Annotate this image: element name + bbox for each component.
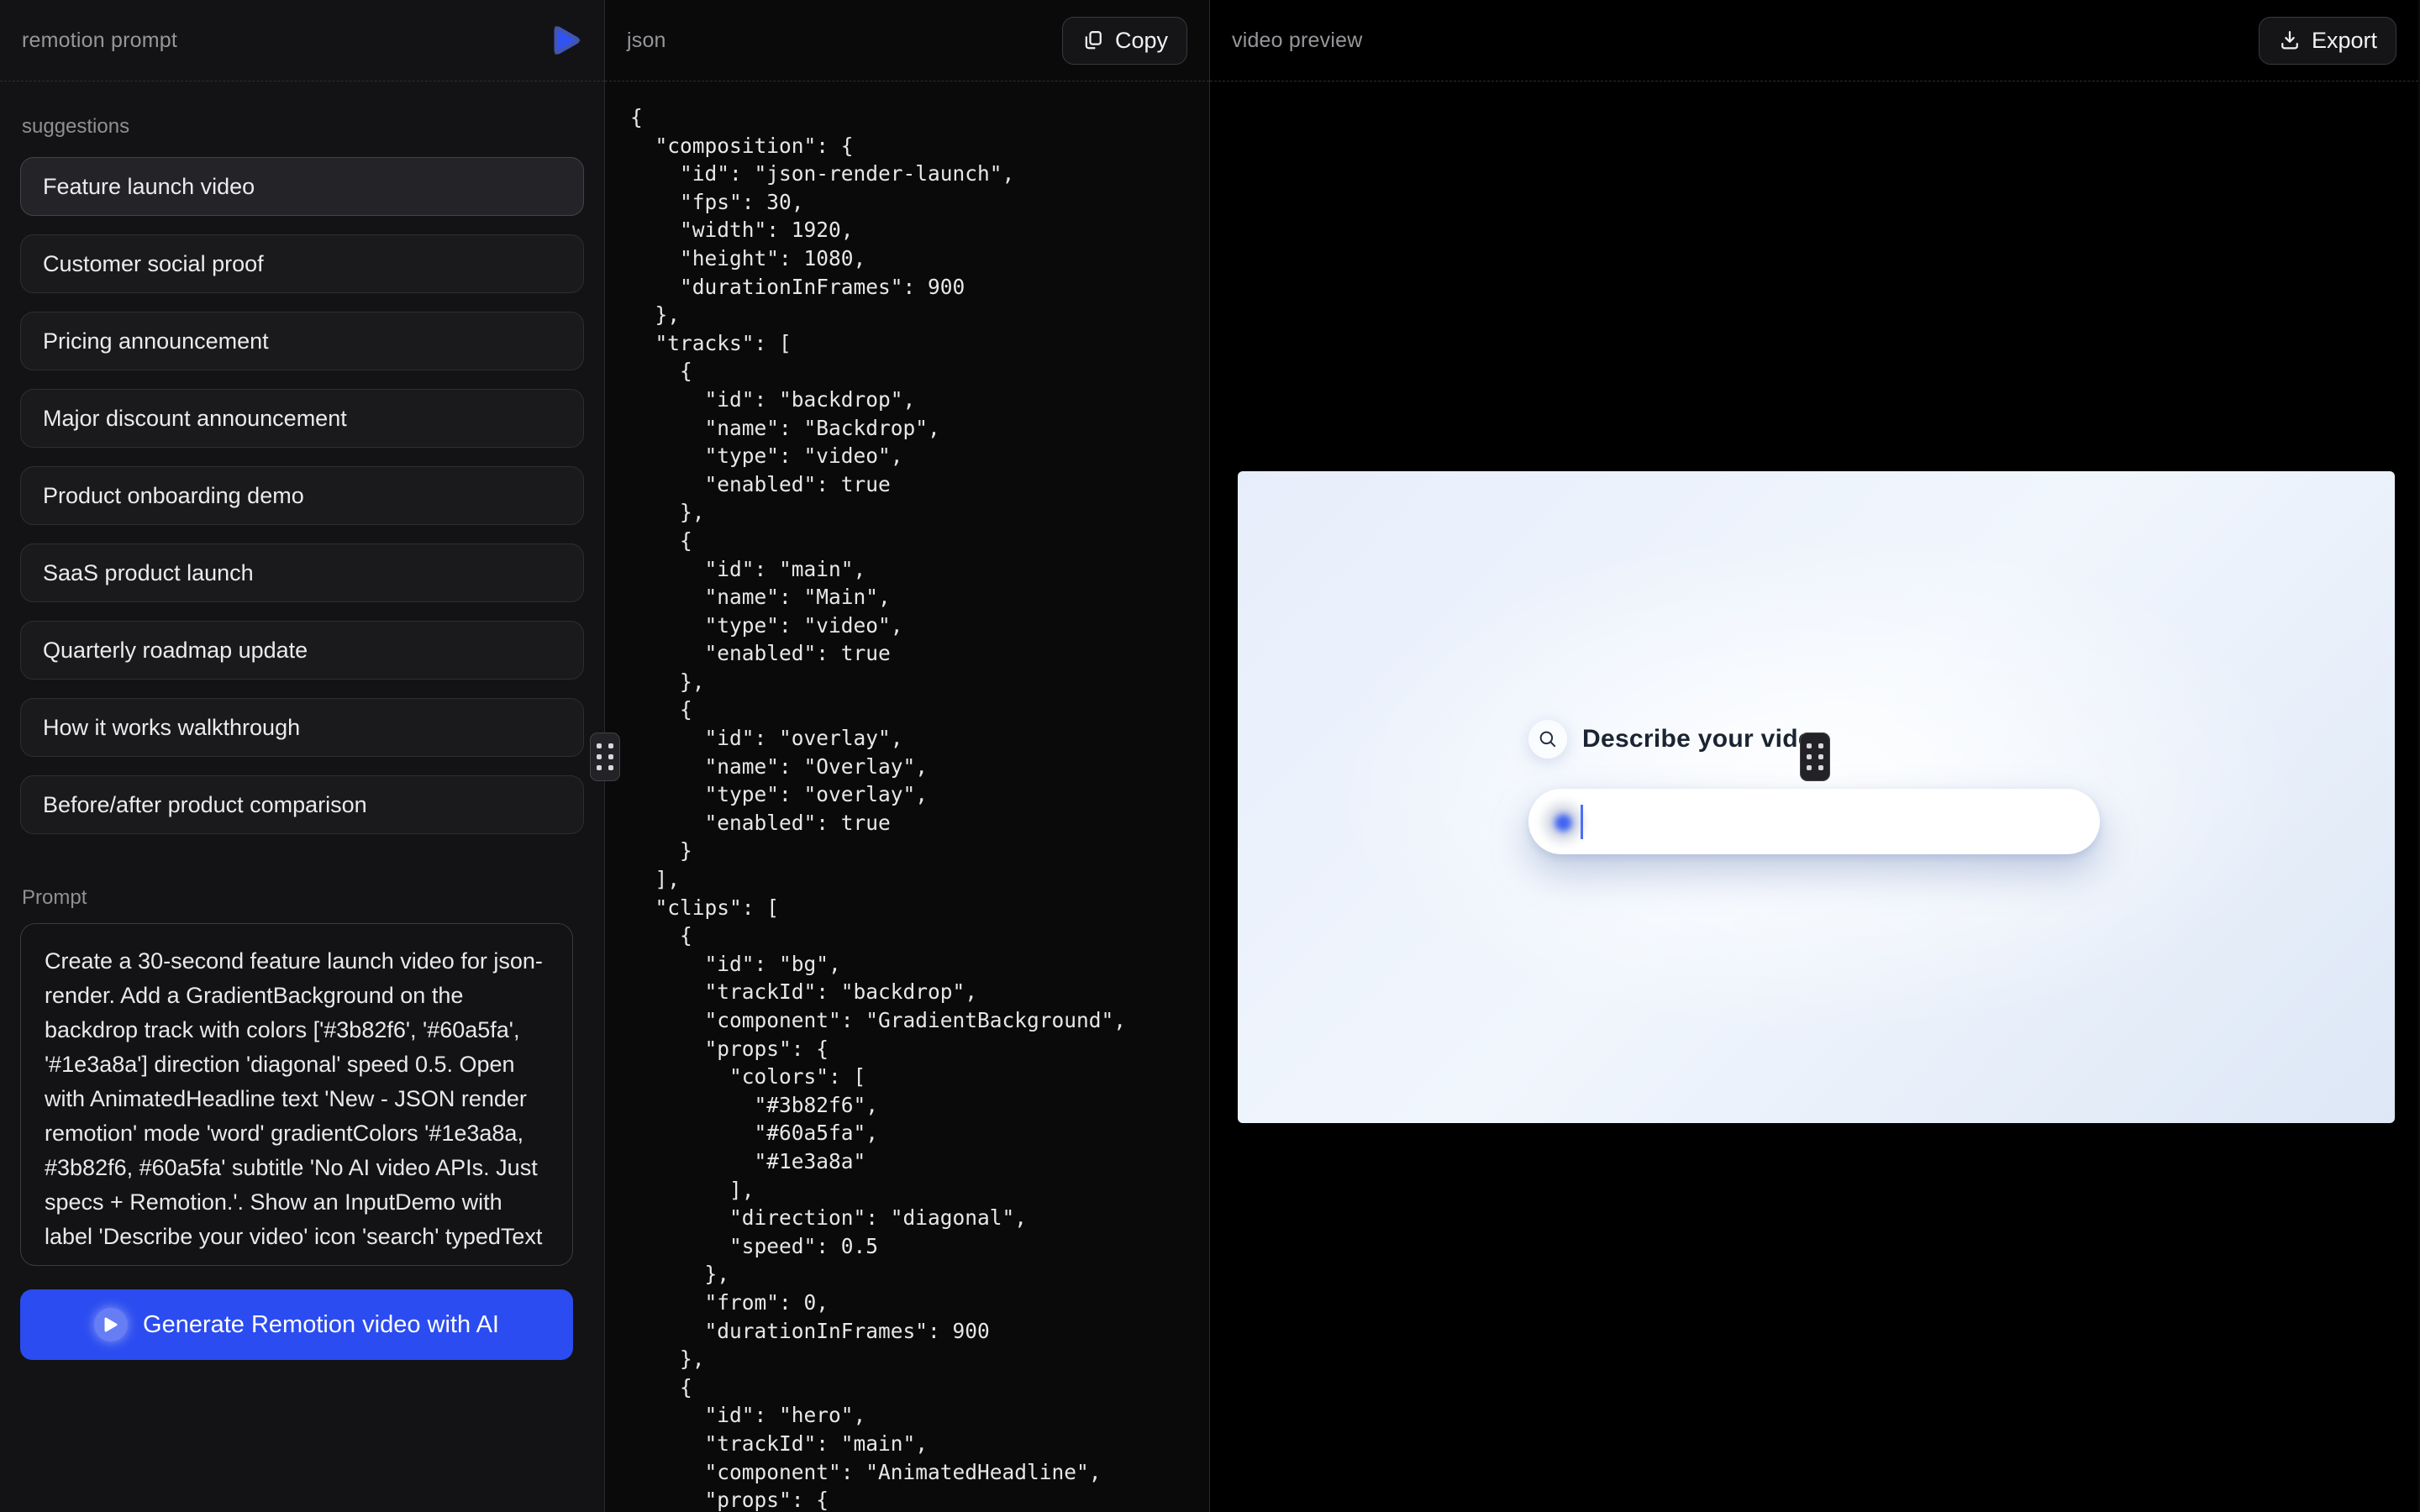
suggestion-item-label: Customer social proof [43, 251, 264, 277]
suggestion-item-label: How it works walkthrough [43, 715, 300, 741]
demo-input-field[interactable] [1528, 789, 2100, 854]
generate-video-button-label: Generate Remotion video with AI [143, 1311, 499, 1339]
download-icon [2278, 29, 2302, 52]
cursor-dot [1555, 814, 1572, 832]
panel-title: video preview [1232, 29, 1362, 53]
suggestion-item-label: Feature launch video [43, 174, 255, 200]
prompt-panel: remotion prompt suggestions Feature laun… [0, 0, 605, 1512]
suggestion-item[interactable]: Before/after product comparison [20, 775, 584, 834]
suggestion-item[interactable]: SaaS product launch [20, 543, 584, 602]
suggestion-item[interactable]: How it works walkthrough [20, 698, 584, 757]
search-icon [1528, 720, 1567, 759]
text-caret [1581, 805, 1583, 839]
copy-button-label: Copy [1115, 28, 1168, 54]
video-preview-frame[interactable]: Describe your video [1238, 471, 2395, 1123]
suggestion-item[interactable]: Customer social proof [20, 234, 584, 293]
suggestion-item-label: Before/after product comparison [43, 792, 367, 818]
suggestion-item[interactable]: Major discount announcement [20, 389, 584, 448]
remotion-logo-icon [547, 23, 582, 58]
panel-title: json [627, 29, 666, 53]
suggestion-item-label: Product onboarding demo [43, 483, 304, 509]
generate-video-button[interactable]: Generate Remotion video with AI [20, 1289, 573, 1360]
suggestion-item[interactable]: Quarterly roadmap update [20, 621, 584, 680]
suggestion-item[interactable]: Product onboarding demo [20, 466, 584, 525]
copy-icon [1081, 29, 1105, 52]
suggestion-item-label: Major discount announcement [43, 406, 347, 432]
export-button[interactable]: Export [2259, 17, 2396, 65]
play-icon [94, 1308, 128, 1341]
prompt-input[interactable]: Create a 30-second feature launch video … [20, 923, 573, 1266]
input-demo-label: Describe your video [1582, 725, 1828, 753]
json-panel: json Copy { "composition": { "id": "json… [605, 0, 1210, 1512]
suggestion-item-label: SaaS product launch [43, 560, 254, 586]
suggestions-list: Feature launch video Customer social pro… [20, 157, 584, 834]
grip-dots-icon [1807, 743, 1823, 770]
panel-title: remotion prompt [22, 29, 177, 53]
suggestion-item-label: Quarterly roadmap update [43, 638, 308, 664]
video-stage: Describe your video [1210, 81, 2418, 1511]
suggestion-item[interactable]: Pricing announcement [20, 312, 584, 370]
grip-dots-icon [597, 743, 613, 770]
json-code[interactable]: { "composition": { "id": "json-render-la… [605, 81, 1209, 1512]
json-panel-header: json Copy [605, 0, 1209, 81]
prompt-label: Prompt [22, 886, 584, 910]
suggestion-item-label: Pricing announcement [43, 328, 269, 354]
panel-resize-handle[interactable] [590, 732, 620, 781]
copy-json-button[interactable]: Copy [1062, 17, 1187, 65]
prompt-panel-header: remotion prompt [0, 0, 604, 81]
suggestions-label: suggestions [22, 115, 584, 139]
panel-resize-handle[interactable] [1800, 732, 1830, 781]
video-preview-header: video preview Export [1210, 0, 2418, 81]
suggestion-item[interactable]: Feature launch video [20, 157, 584, 216]
export-button-label: Export [2312, 28, 2377, 54]
